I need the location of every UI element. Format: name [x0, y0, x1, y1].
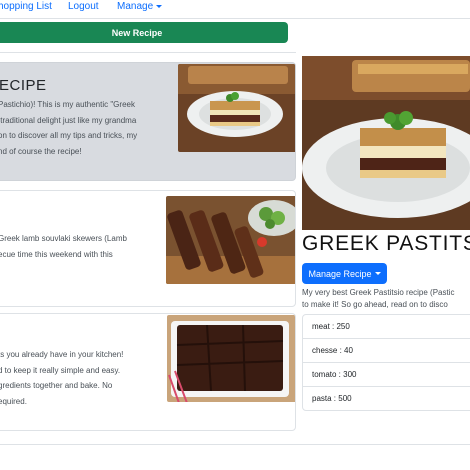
recipe-card-description: Pastichio)! This is my authentic "Greek … [0, 100, 138, 156]
nav-logout-link[interactable]: Logout [68, 1, 99, 12]
footer-divider [0, 444, 470, 445]
ingredient-item: meat : 250 [303, 315, 470, 339]
recipe-card-description: ts you already have in your kitchen! d t… [0, 350, 124, 406]
recipe-detail-image [302, 56, 470, 230]
nav-shopping-list-link[interactable]: hopping List [0, 1, 52, 12]
ingredient-item: chesse : 40 [303, 339, 470, 363]
manage-recipe-label: Manage Recipe [308, 268, 372, 279]
nav-manage-label: Manage [117, 1, 154, 12]
recipe-card[interactable]: ts you already have in your kitchen! d t… [0, 313, 296, 431]
manage-recipe-dropdown-button[interactable]: Manage Recipe [302, 263, 387, 284]
top-navbar: hopping List Logout Manage [0, 0, 470, 19]
recipe-card[interactable]: ECIPE Pastichio)! This is my authentic "… [0, 62, 296, 181]
recipe-card[interactable]: Greek lamb souvlaki skewers (Lamb ecue t… [0, 190, 296, 307]
ingredient-item: tomato : 300 [303, 363, 470, 387]
nav-manage-dropdown[interactable]: Manage [117, 1, 163, 12]
recipe-card-title: ECIPE [0, 77, 47, 94]
recipe-thumbnail [166, 196, 295, 284]
ingredient-list: meat : 250 chesse : 40 tomato : 300 past… [302, 314, 470, 411]
caret-down-icon [156, 4, 163, 8]
new-recipe-button[interactable]: New Recipe [0, 22, 288, 43]
recipe-thumbnail [167, 315, 295, 402]
recipe-thumbnail [178, 64, 295, 152]
recipe-detail-title: GREEK PASTITSI [302, 232, 470, 255]
ingredient-item: pasta : 500 [312, 394, 352, 403]
recipe-detail-description: My very best Greek Pastitsio recipe (Pas… [302, 288, 455, 309]
recipe-card-description: Greek lamb souvlaki skewers (Lamb ecue t… [0, 234, 127, 259]
divider [0, 52, 296, 53]
caret-down-icon [374, 272, 381, 275]
